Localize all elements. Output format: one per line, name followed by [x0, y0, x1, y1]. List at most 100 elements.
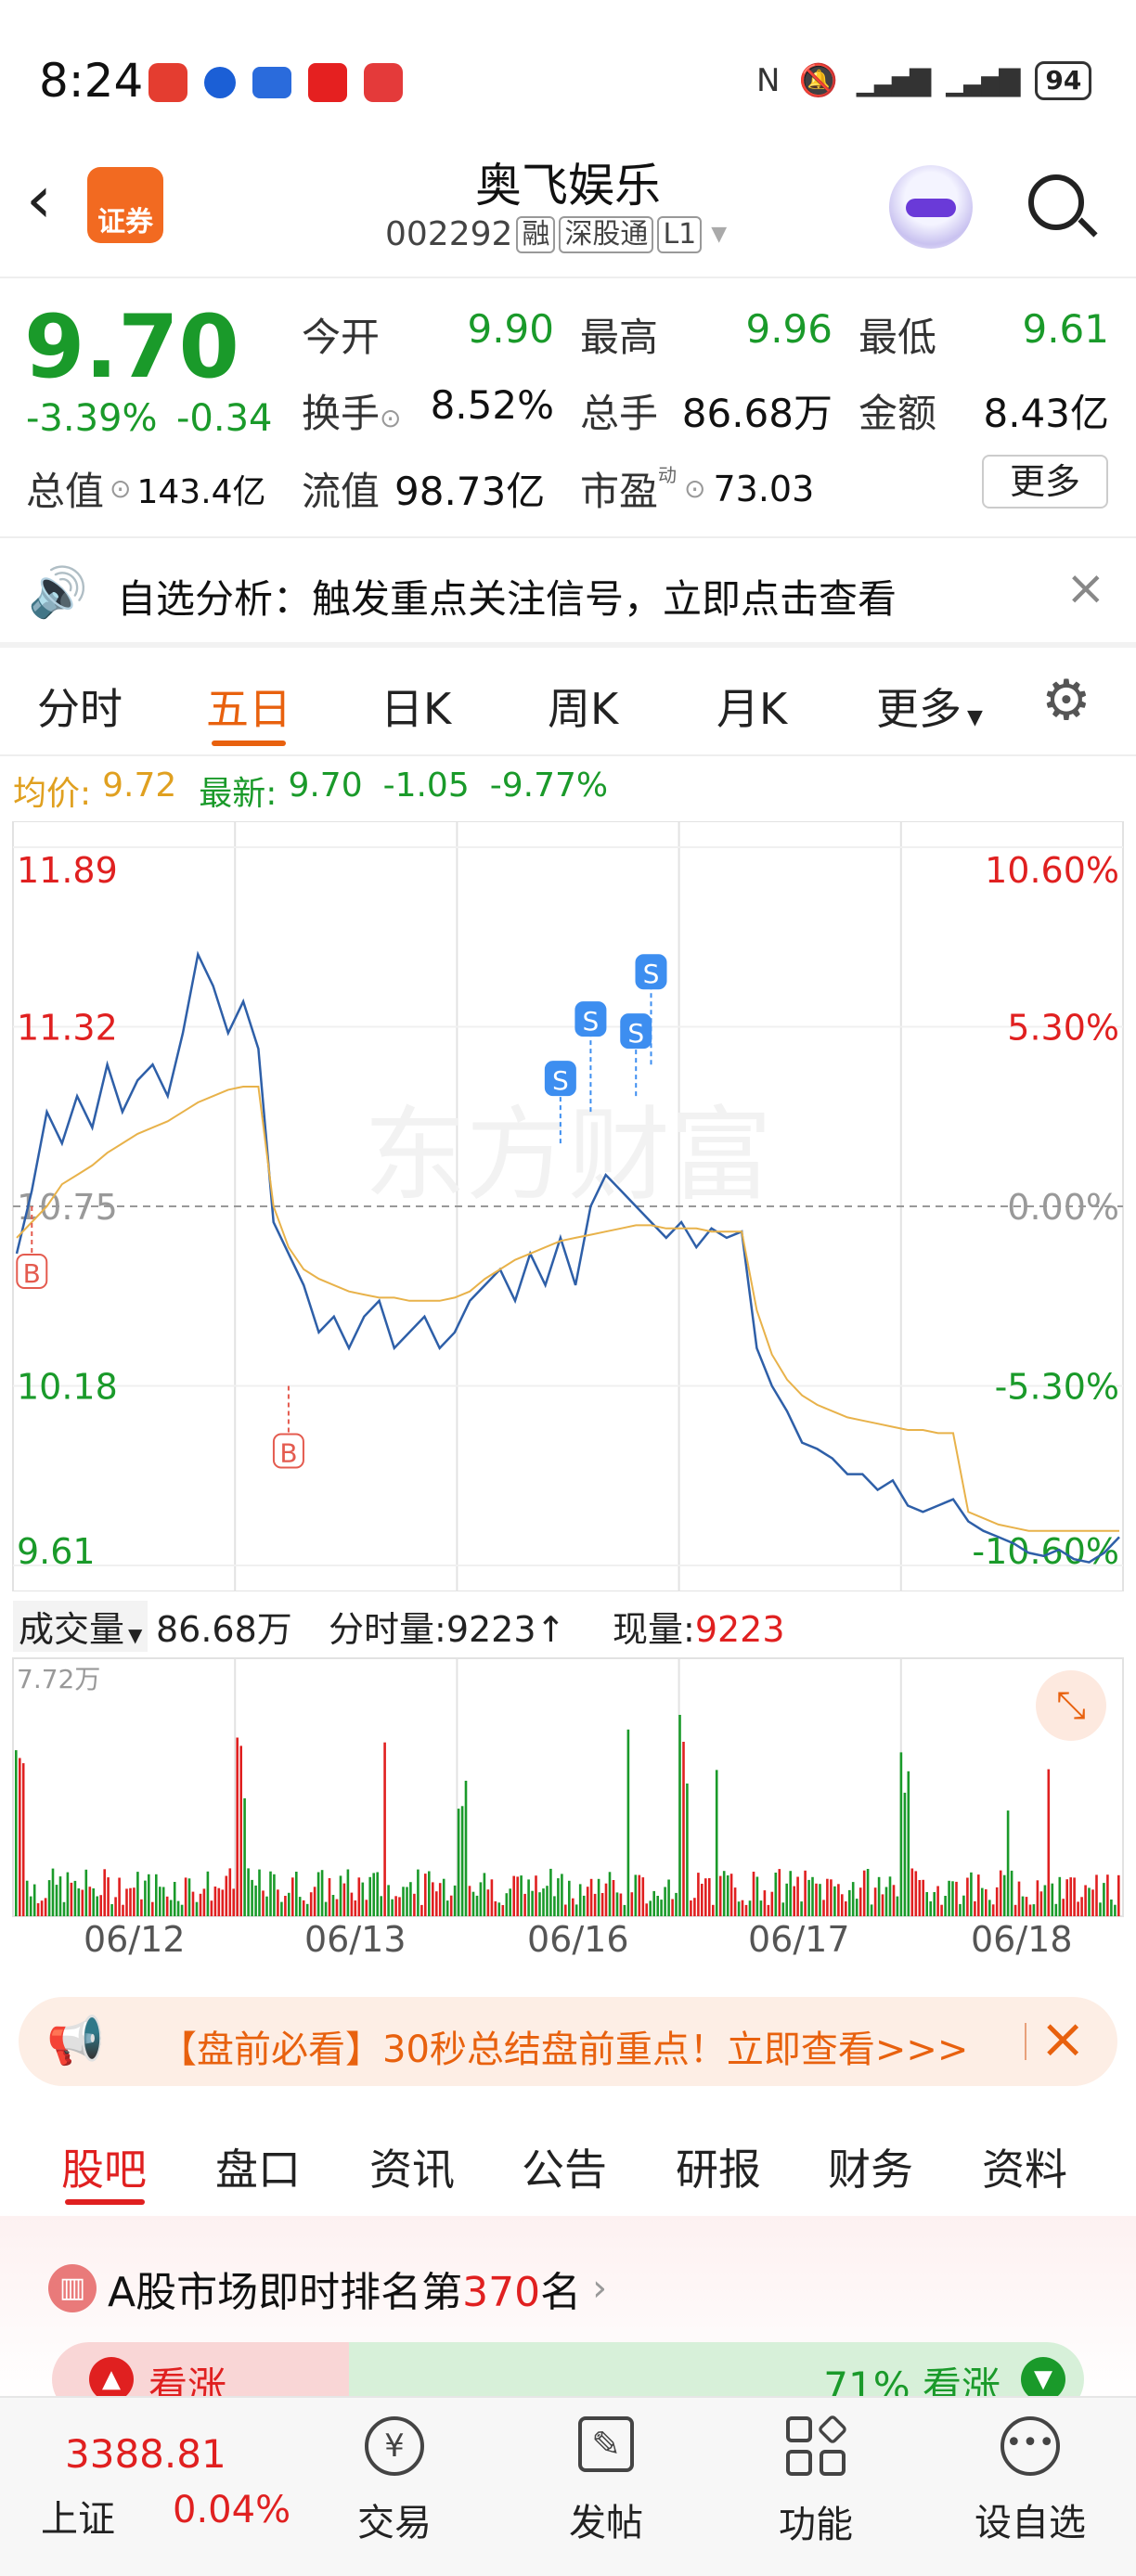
tab-research[interactable]: 研报 [676, 2136, 761, 2197]
robot-avatar[interactable] [889, 165, 973, 249]
tab-intraday[interactable]: 分时 [37, 676, 123, 737]
volume-bar [243, 1797, 246, 1916]
close-icon[interactable]: × [1065, 560, 1106, 616]
volume-bar [81, 1889, 84, 1916]
stat-volume-value: 86.68万 [681, 391, 833, 436]
nav-post[interactable]: ✎ 发帖 [546, 2416, 666, 2565]
gear-icon[interactable]: ⚙ [1041, 668, 1091, 733]
tab-guba[interactable]: 股吧 [61, 2136, 147, 2197]
volume-bar [819, 1884, 821, 1916]
volume-bar [217, 1887, 221, 1916]
volume-bar [959, 1903, 962, 1916]
volume-bar [881, 1894, 884, 1916]
more-button[interactable]: 更多 [982, 455, 1108, 509]
volume-bar [239, 1745, 242, 1916]
tab-monthly-k[interactable]: 月K [716, 676, 787, 737]
stat-low-label: 最低 [858, 315, 937, 360]
volume-bar [258, 1869, 261, 1916]
expand-icon[interactable]: ⤡ [1036, 1670, 1106, 1741]
info-icon[interactable]: ⊙ [110, 473, 131, 504]
price-chart[interactable]: 东方财富11.8911.3210.7510.189.6110.60%5.30%0… [0, 821, 1136, 1591]
stat-high-value: 9.96 [745, 306, 833, 352]
close-icon[interactable]: × [1039, 2006, 1086, 2071]
volume-minute-value: 9223↑ [445, 1609, 566, 1650]
tab-five-day[interactable]: 五日 [206, 676, 291, 737]
volume-bar [84, 1869, 88, 1916]
volume-bar [612, 1880, 615, 1916]
search-icon[interactable] [1028, 174, 1098, 243]
caret-down-icon: ▼ [128, 1624, 143, 1646]
tab-weekly-k[interactable]: 周K [548, 676, 618, 737]
nav-trade[interactable]: ¥ 交易 [334, 2416, 455, 2565]
volume-bar [630, 1892, 634, 1916]
volume-bar [520, 1875, 523, 1916]
volume-bar [903, 1792, 907, 1916]
volume-bar [398, 1897, 401, 1916]
search-lens [1028, 174, 1084, 230]
tab-pankou[interactable]: 盘口 [215, 2136, 301, 2197]
tab-profile[interactable]: 资料 [982, 2136, 1067, 2197]
price-series-line [15, 950, 1120, 1564]
volume-bar [136, 1872, 139, 1916]
app-icon-4 [308, 63, 347, 102]
volume-bar [328, 1878, 331, 1916]
latest-label: 最新: [199, 775, 278, 813]
volume-bar [1099, 1902, 1102, 1916]
index-ticker[interactable]: 3388.81 上证 0.04% [0, 2398, 306, 2576]
volume-bar [497, 1902, 501, 1916]
volume-bar [1002, 1874, 1006, 1916]
rank-number: 370 [462, 2269, 541, 2316]
promo-banner[interactable]: 📢 【盘前必看】30秒总结盘前重点！立即查看>>> × [19, 1997, 1117, 2086]
volume-bar [1039, 1891, 1043, 1916]
right-axis-tick: 0.00% [1007, 1187, 1119, 1228]
volume-bar [715, 1770, 718, 1916]
nav-add-watchlist[interactable]: ••• 设自选 [965, 2416, 1095, 2565]
robot-visor [906, 199, 956, 217]
tab-news[interactable]: 资讯 [369, 2136, 455, 2197]
volume-bar [977, 1874, 980, 1916]
pe-label: 市盈 [580, 469, 659, 514]
tab-announcements[interactable]: 公告 [522, 2136, 607, 2197]
volume-bar [527, 1879, 530, 1916]
volume-bar [376, 1872, 379, 1916]
volume-bar [58, 1876, 62, 1916]
volume-bar [833, 1886, 836, 1916]
volume-bar [671, 1899, 674, 1916]
volume-bar [206, 1871, 210, 1916]
stock-code-line[interactable]: 002292 融 深股通 L1 ▼ [385, 215, 727, 253]
volume-bar [841, 1894, 844, 1916]
volume-bar [464, 1781, 468, 1916]
tab-more[interactable]: 更多 ▼ [876, 676, 983, 737]
volume-bar [884, 1887, 888, 1916]
volume-bar [291, 1877, 294, 1916]
volume-selector[interactable]: 成交量 ▼ [13, 1601, 148, 1652]
volume-bar [213, 1887, 217, 1916]
avg-value: 9.72 [102, 766, 177, 805]
volume-bar [649, 1900, 652, 1916]
volume-bar [604, 1883, 608, 1916]
notice-bar[interactable]: 🔊 自选分析：触发重点关注信号，立即点击查看 × [0, 538, 1136, 645]
volume-bar [51, 1868, 55, 1916]
volume-bar [586, 1887, 589, 1916]
volume-bar [561, 1874, 563, 1916]
tab-finance[interactable]: 财务 [828, 2136, 913, 2197]
volume-bar [870, 1904, 873, 1916]
volume-bar [221, 1889, 225, 1916]
stat-high: 最高 9.96 [580, 306, 833, 363]
nav-functions[interactable]: 功能 [755, 2414, 876, 2565]
volume-bar [914, 1871, 918, 1916]
volume-bar [568, 1880, 571, 1916]
volume-bar [1025, 1897, 1028, 1916]
info-icon[interactable]: ⊙ [684, 473, 705, 504]
volume-chart[interactable] [0, 1656, 1136, 1944]
rank-icon: ▥ [48, 2264, 97, 2312]
volume-bar [357, 1877, 361, 1916]
volume-bar [122, 1904, 124, 1916]
rank-line[interactable]: ▥ A股市场即时排名第370名 › [48, 2259, 607, 2318]
volume-bar [726, 1875, 729, 1916]
volume-bar [899, 1752, 903, 1916]
rank-section: ▥ A股市场即时排名第370名 › ▲ 看涨 71% 看涨 ▼ [0, 2216, 1136, 2416]
tab-daily-k[interactable]: 日K [381, 676, 451, 737]
info-icon[interactable]: ⊙ [380, 403, 401, 433]
volume-bar [851, 1882, 855, 1916]
